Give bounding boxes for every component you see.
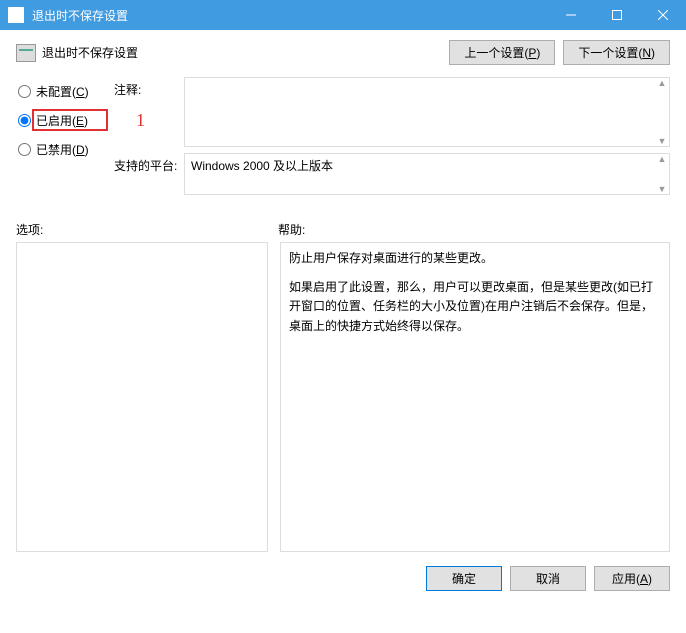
dialog-header: 退出时不保存设置 上一个设置(P) 下一个设置(N) <box>16 40 670 65</box>
section-labels: 选项: 帮助: <box>16 219 670 238</box>
scroll-down-icon[interactable]: ▼ <box>655 184 669 194</box>
scroll-up-icon[interactable]: ▲ <box>655 78 669 88</box>
supported-scrollbar[interactable]: ▲▼ <box>655 154 669 194</box>
radio-not-configured[interactable]: 未配置(C) <box>18 83 114 100</box>
policy-icon <box>16 44 36 62</box>
minimize-button[interactable] <box>548 0 594 30</box>
comment-textbox[interactable]: ▲▼ <box>184 77 670 147</box>
top-section: 未配置(C) 已启用(E) 已禁用(D) 1 注释: ▲▼ 支 <box>16 77 670 201</box>
radio-not-configured-label: 未配置(C) <box>36 83 89 100</box>
help-panel: 防止用户保存对桌面进行的某些更改。 如果启用了此设置，那么，用户可以更改桌面，但… <box>280 242 670 552</box>
radio-enabled[interactable]: 已启用(E) <box>18 112 114 129</box>
supported-value: Windows 2000 及以上版本 <box>191 157 655 174</box>
maximize-button[interactable] <box>594 0 640 30</box>
radio-disabled-label: 已禁用(D) <box>36 141 89 158</box>
panels: 防止用户保存对桌面进行的某些更改。 如果启用了此设置，那么，用户可以更改桌面，但… <box>16 242 670 552</box>
dialog-footer: 确定 取消 应用(A) <box>16 552 670 591</box>
radio-not-configured-input[interactable] <box>18 85 31 98</box>
dialog-body: 退出时不保存设置 上一个设置(P) 下一个设置(N) 未配置(C) 已启用(E)… <box>0 30 686 633</box>
scroll-up-icon[interactable]: ▲ <box>655 154 669 164</box>
app-icon <box>8 7 24 23</box>
window-title: 退出时不保存设置 <box>32 7 548 24</box>
close-button[interactable] <box>640 0 686 30</box>
radio-enabled-input[interactable] <box>18 114 31 127</box>
previous-setting-button[interactable]: 上一个设置(P) <box>449 40 555 65</box>
radio-disabled-input[interactable] <box>18 143 31 156</box>
radio-disabled[interactable]: 已禁用(D) <box>18 141 114 158</box>
options-label: 选项: <box>16 219 278 238</box>
supported-label: 支持的平台: <box>114 153 184 195</box>
comment-row: 注释: ▲▼ <box>114 77 670 147</box>
cancel-button[interactable]: 取消 <box>510 566 586 591</box>
supported-textbox: Windows 2000 及以上版本 ▲▼ <box>184 153 670 195</box>
options-panel <box>16 242 268 552</box>
help-label: 帮助: <box>278 219 305 238</box>
state-radio-group: 未配置(C) 已启用(E) 已禁用(D) 1 <box>18 83 114 201</box>
comment-scrollbar[interactable]: ▲▼ <box>655 78 669 146</box>
policy-title: 退出时不保存设置 <box>42 44 441 61</box>
help-paragraph-1: 防止用户保存对桌面进行的某些更改。 <box>289 249 661 268</box>
ok-button[interactable]: 确定 <box>426 566 502 591</box>
window-titlebar: 退出时不保存设置 <box>0 0 686 30</box>
apply-button[interactable]: 应用(A) <box>594 566 670 591</box>
next-setting-button[interactable]: 下一个设置(N) <box>563 40 670 65</box>
radio-enabled-label: 已启用(E) <box>36 112 88 129</box>
window-controls <box>548 0 686 30</box>
help-paragraph-2: 如果启用了此设置，那么，用户可以更改桌面，但是某些更改(如已打开窗口的位置、任务… <box>289 278 661 336</box>
comment-label: 注释: <box>114 77 184 147</box>
fields-column: 注释: ▲▼ 支持的平台: Windows 2000 及以上版本 ▲▼ <box>114 77 670 201</box>
supported-row: 支持的平台: Windows 2000 及以上版本 ▲▼ <box>114 153 670 195</box>
scroll-down-icon[interactable]: ▼ <box>655 136 669 146</box>
